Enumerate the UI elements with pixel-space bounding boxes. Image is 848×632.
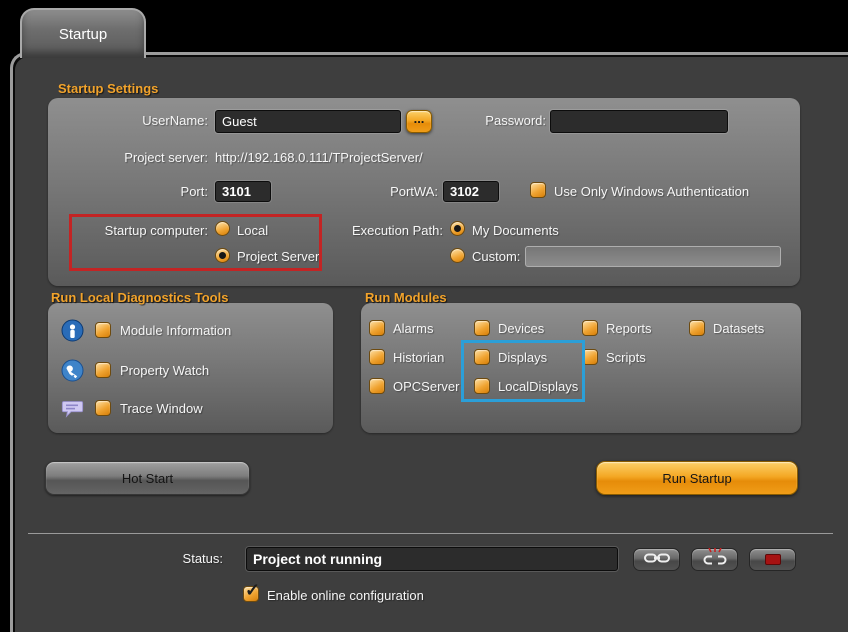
ellipsis-icon: ... (414, 111, 425, 126)
radio-my-documents[interactable] (450, 221, 465, 236)
historian-checkbox[interactable]: ✓ (369, 349, 385, 365)
radio-my-documents-label: My Documents (472, 223, 559, 238)
port-input[interactable] (215, 181, 271, 202)
stop-button[interactable] (749, 548, 796, 571)
trace-bubble-icon (61, 397, 84, 420)
module-opcserver[interactable]: ✓ OPCServer (369, 378, 459, 394)
main-panel: Startup Settings UserName: ... Password:… (10, 52, 848, 632)
tab-startup-label: Startup (59, 26, 107, 43)
windows-auth-checkbox[interactable]: ✓ (530, 182, 546, 198)
reports-checkbox[interactable]: ✓ (582, 320, 598, 336)
run-modules-group: ✓ Alarms ✓ Devices ✓ Reports ✓ Datasets … (361, 303, 801, 433)
disconnect-button[interactable] (691, 548, 738, 571)
opcserver-checkbox[interactable]: ✓ (369, 378, 385, 394)
module-reports[interactable]: ✓ Reports (582, 320, 652, 336)
module-information-checkbox[interactable]: ✓ (95, 322, 111, 338)
datasets-checkbox[interactable]: ✓ (689, 320, 705, 336)
custom-path-input[interactable] (525, 246, 781, 267)
diagnostics-title: Run Local Diagnostics Tools (51, 290, 228, 305)
startup-window: Startup Startup Settings UserName: ... P… (0, 0, 848, 632)
alarms-checkbox[interactable]: ✓ (369, 320, 385, 336)
startup-settings-title: Startup Settings (58, 81, 158, 96)
username-browse-button[interactable]: ... (406, 110, 432, 133)
run-startup-button[interactable]: Run Startup (596, 461, 798, 495)
execution-path-label: Execution Path: (333, 223, 443, 238)
stop-icon (765, 554, 781, 565)
module-historian[interactable]: ✓ Historian (369, 349, 444, 365)
devices-checkbox[interactable]: ✓ (474, 320, 490, 336)
radio-custom-label: Custom: (472, 249, 520, 264)
module-scripts[interactable]: ✓ Scripts (582, 349, 646, 365)
password-label: Password: (468, 113, 546, 128)
username-label: UserName: (68, 113, 208, 128)
module-alarms[interactable]: ✓ Alarms (369, 320, 433, 336)
connect-link-icon (644, 551, 670, 569)
port-label: Port: (68, 184, 208, 199)
online-config-checkbox[interactable]: ✓ (243, 586, 259, 602)
portwa-label: PortWA: (338, 184, 438, 199)
trace-window-label: Trace Window (120, 401, 203, 416)
trace-window-checkbox[interactable]: ✓ (95, 400, 111, 416)
property-watch-checkbox[interactable]: ✓ (95, 362, 111, 378)
username-input[interactable] (215, 110, 401, 133)
module-devices[interactable]: ✓ Devices (474, 320, 544, 336)
tab-startup[interactable]: Startup (20, 8, 146, 58)
run-modules-title: Run Modules (365, 290, 447, 305)
windows-auth-label: Use Only Windows Authentication (554, 184, 749, 199)
disconnect-broken-link-icon (702, 548, 728, 571)
status-label: Status: (123, 551, 223, 566)
property-watch-label: Property Watch (120, 363, 209, 378)
separator (28, 533, 833, 534)
portwa-input[interactable] (443, 181, 499, 202)
red-highlight-box (69, 214, 322, 271)
module-information-label: Module Information (120, 323, 231, 338)
status-input[interactable] (246, 547, 618, 571)
startup-settings-group: UserName: ... Password: Project server: … (48, 98, 800, 286)
radio-custom[interactable] (450, 248, 465, 263)
online-config-label: Enable online configuration (267, 588, 424, 603)
info-icon (61, 319, 84, 342)
module-datasets[interactable]: ✓ Datasets (689, 320, 764, 336)
hot-start-button[interactable]: Hot Start (45, 461, 250, 495)
blue-highlight-box (461, 340, 585, 402)
connect-button[interactable] (633, 548, 680, 571)
password-input[interactable] (550, 110, 728, 133)
property-watch-icon (61, 359, 84, 382)
project-server-value: http://192.168.0.111/TProjectServer/ (215, 150, 423, 165)
diagnostics-group: ✓ Module Information ✓ Property Watch (48, 303, 333, 433)
project-server-label: Project server: (68, 150, 208, 165)
